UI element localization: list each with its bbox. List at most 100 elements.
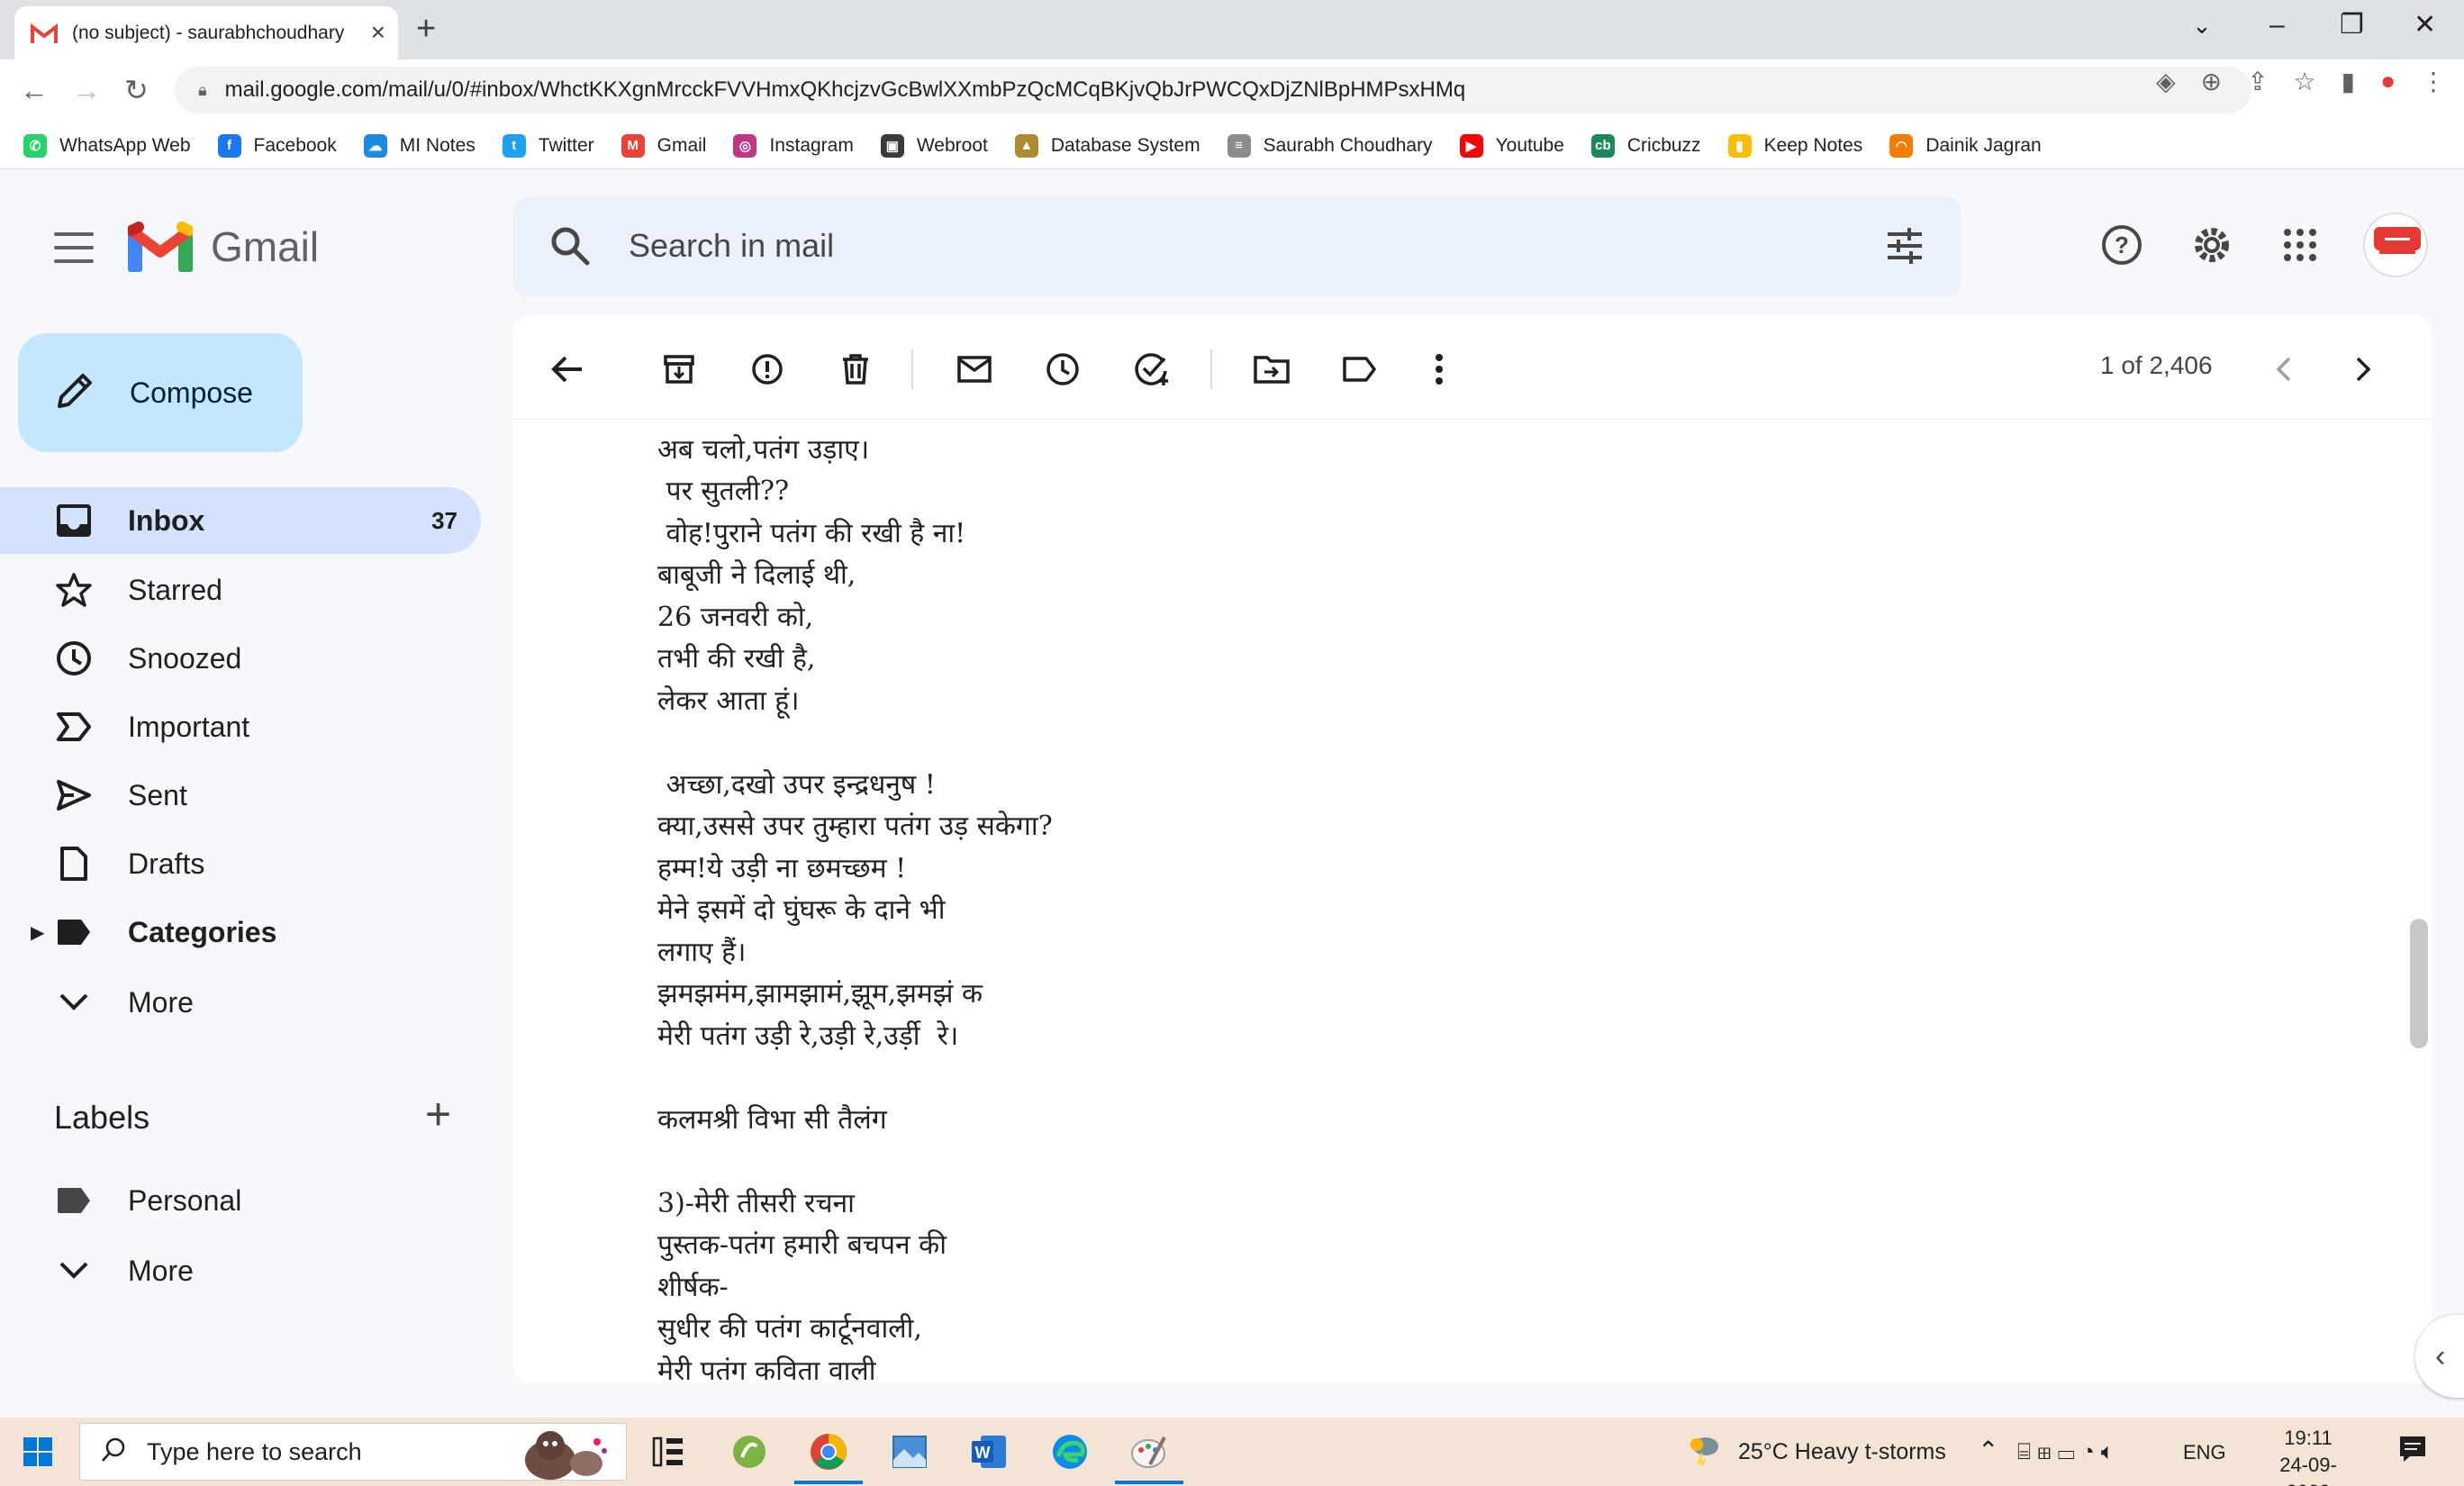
profile-icon[interactable]: ● <box>2380 67 2396 96</box>
bookmark-favicon-icon: ≡ <box>1227 133 1251 158</box>
restore-icon[interactable]: ❐ <box>2340 9 2364 41</box>
sidebar-item-label: Personal <box>128 1183 242 1217</box>
taskbar-search-box[interactable]: Type here to search <box>79 1423 627 1481</box>
email-body-line: 3)-मेरी तीसरी रचना <box>657 1187 855 1219</box>
search-options-icon[interactable] <box>1882 223 1927 273</box>
address-bar[interactable]: 🔒︎ mail.google.com/mail/u/0/#inbox/WhctK… <box>175 67 2251 113</box>
compose-button[interactable]: Compose <box>18 333 303 452</box>
bookmark-item[interactable]: ▣ Webroot <box>880 133 988 158</box>
reload-icon[interactable]: ↻ <box>124 74 149 106</box>
chrome-taskbar-icon[interactable] <box>794 1428 863 1484</box>
settings-gear-icon[interactable] <box>2187 220 2237 270</box>
window-close-icon[interactable]: ✕ <box>2414 9 2436 41</box>
bookmark-item[interactable]: ▮ Keep Notes <box>1727 133 1863 158</box>
expand-arrow-icon[interactable]: ▶ <box>31 921 44 944</box>
search-input[interactable] <box>629 223 1799 268</box>
windows-start-icon[interactable] <box>23 1437 52 1466</box>
share-icon[interactable]: ⇪ <box>2247 67 2268 96</box>
bookmark-item[interactable]: ≡ Saurabh Choudhary <box>1227 133 1433 158</box>
word-app-icon[interactable]: W <box>965 1428 1012 1475</box>
sidebar-item-snoozed[interactable]: Snoozed <box>0 625 481 692</box>
delete-trash-icon[interactable] <box>834 348 877 391</box>
sidebar-item-sent[interactable]: Sent <box>0 762 481 829</box>
email-body-line: बाबूजी ने दिलाई थी, <box>657 559 856 591</box>
sidebar-label-personal[interactable]: Personal <box>0 1167 481 1234</box>
older-chevron-right-icon[interactable] <box>2342 348 2385 391</box>
taskbar-clock[interactable]: 19:11 24-09-2022 <box>2259 1425 2358 1486</box>
paint-app-icon[interactable] <box>1115 1428 1183 1484</box>
tab-close-icon[interactable]: × <box>371 20 385 45</box>
bookmark-star-icon[interactable]: ☆ <box>2294 67 2316 96</box>
label-as-icon[interactable] <box>1338 348 1381 391</box>
bookmark-label: Dainik Jagran <box>1925 134 2042 156</box>
inbox-unread-count: 37 <box>431 506 457 534</box>
add-to-tasks-icon[interactable] <box>1131 348 1174 391</box>
tray-app-icons[interactable]: ⌸ ⊞ ▭ ◔ 🔈︎ <box>2017 1439 2115 1465</box>
photos-app-icon[interactable] <box>886 1428 933 1475</box>
tab-search-chevron-icon[interactable]: ⌄ <box>2192 9 2212 41</box>
account-avatar[interactable] <box>2363 213 2428 277</box>
email-body-line: मेरी पतंग कविता वाली <box>657 1355 876 1384</box>
sidebar-item-drafts[interactable]: Drafts <box>0 830 481 897</box>
mark-unread-icon[interactable] <box>953 348 996 391</box>
new-tab-icon[interactable]: + <box>416 11 436 47</box>
sidebar-label-more[interactable]: More <box>0 1237 481 1304</box>
back-to-inbox-icon[interactable] <box>546 348 589 391</box>
sidebar-item-inbox[interactable]: Inbox 37 <box>0 487 481 554</box>
bookmark-item[interactable]: ☁ MI Notes <box>363 133 476 158</box>
extension-icon[interactable]: ◈ <box>2156 67 2176 96</box>
svg-text:?: ? <box>2115 231 2129 258</box>
archive-icon[interactable] <box>657 348 701 391</box>
sidebar-item-important[interactable]: Important <box>0 693 481 760</box>
bookmark-item[interactable]: t Twitter <box>502 133 594 158</box>
notifications-icon[interactable] <box>2397 1434 2428 1471</box>
back-icon[interactable]: ← <box>20 74 49 106</box>
url-text: mail.google.com/mail/u/0/#inbox/WhctKKXg… <box>224 77 1466 102</box>
scrollbar-thumb[interactable] <box>2410 919 2428 1048</box>
help-icon[interactable]: ? <box>2097 220 2147 270</box>
chrome-menu-icon[interactable]: ⋮ <box>2421 67 2446 96</box>
minimize-icon[interactable]: – <box>2269 9 2285 41</box>
main-menu-icon[interactable] <box>54 232 94 263</box>
bookmark-item[interactable]: f Facebook <box>217 133 337 158</box>
side-panel-icon[interactable]: ▮ <box>2342 67 2355 96</box>
bookmark-item[interactable]: ◎ Instagram <box>733 133 854 158</box>
bookmark-item[interactable]: cb Cricbuzz <box>1590 133 1701 158</box>
weather-text[interactable]: 25°C Heavy t-storms <box>1738 1439 1946 1465</box>
zoom-icon[interactable]: ⊕ <box>2201 67 2222 96</box>
report-spam-icon[interactable] <box>746 348 789 391</box>
bookmark-item[interactable]: M Gmail <box>621 133 706 158</box>
bookmark-item[interactable]: ◠ Dainik Jagran <box>1889 133 2042 158</box>
bookmark-item[interactable]: ▲ Database System <box>1014 133 1200 158</box>
apps-grid-icon[interactable] <box>2275 220 2325 270</box>
gmail-m-icon <box>126 222 195 272</box>
bookmark-label: WhatsApp Web <box>59 134 191 156</box>
browser-tab[interactable]: (no subject) - saurabhchoudhary × <box>14 6 398 59</box>
search-icon <box>100 1436 127 1468</box>
newer-chevron-left-icon[interactable] <box>2262 348 2305 391</box>
add-label-icon[interactable]: + <box>425 1092 451 1137</box>
search-icon[interactable] <box>548 223 593 273</box>
edge-browser-icon[interactable] <box>1046 1428 1093 1475</box>
task-view-icon[interactable] <box>645 1428 692 1475</box>
search-bar[interactable] <box>513 196 1961 297</box>
tray-expand-chevron-icon[interactable]: ⌃ <box>1978 1436 1998 1465</box>
sidebar-item-label: More <box>128 985 194 1019</box>
input-language[interactable]: ENG <box>2183 1441 2226 1464</box>
gmail-logo[interactable]: Gmail <box>126 222 319 272</box>
weather-storm-icon[interactable] <box>1686 1434 1722 1472</box>
sidebar-item-starred[interactable]: Starred <box>0 557 481 623</box>
bookmark-item[interactable]: ▶ Youtube <box>1459 133 1564 158</box>
more-options-icon[interactable] <box>1418 348 1461 391</box>
sidebar-item-more[interactable]: More <box>0 969 481 1036</box>
bookmark-item[interactable]: ✆ WhatsApp Web <box>23 133 191 158</box>
app-green-circle-icon[interactable] <box>726 1428 773 1475</box>
snooze-clock-icon[interactable] <box>1041 348 1084 391</box>
labels-heading: Labels <box>54 1099 150 1136</box>
lock-icon[interactable]: 🔒︎ <box>198 81 207 100</box>
sidebar-item-categories[interactable]: ▶ Categories <box>0 899 481 965</box>
move-to-folder-icon[interactable] <box>1250 348 1293 391</box>
bookmark-favicon-icon: ☁ <box>363 133 387 158</box>
bookmark-label: Keep Notes <box>1763 134 1863 156</box>
forward-icon[interactable]: → <box>72 74 101 106</box>
